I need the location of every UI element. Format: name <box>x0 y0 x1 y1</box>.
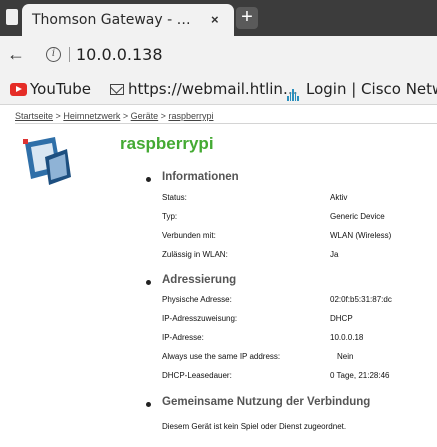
section-title-sharing: Gemeinsame Nutzung der Verbindung <box>162 396 371 408</box>
info-row-status: Status: Aktiv <box>162 193 348 202</box>
breadcrumb-separator: > <box>55 111 61 121</box>
url-field[interactable]: 10.0.0.138 <box>76 45 163 64</box>
bookmark-webmail[interactable]: https://webmail.htlin… <box>128 80 298 98</box>
close-tab-icon[interactable]: × <box>211 12 219 27</box>
breadcrumb-geraete[interactable]: Geräte <box>131 111 159 121</box>
addr-row-ip: IP-Adresse: 10.0.0.18 <box>162 333 364 342</box>
sharing-message: Diesem Gerät ist kein Spiel oder Dienst … <box>162 422 347 431</box>
envelope-icon <box>110 84 124 95</box>
youtube-icon <box>10 83 27 96</box>
breadcrumb-separator: > <box>122 111 129 121</box>
addr-row-lease: DHCP-Leasedauer: 0 Tage, 21:28:46 <box>162 371 390 380</box>
bullet-icon <box>146 177 151 182</box>
divider <box>15 123 437 124</box>
info-icon[interactable]: i <box>46 47 61 62</box>
bookmarks-bar: YouTube https://webmail.htlin… Login | C… <box>0 73 437 105</box>
new-tab-button[interactable]: + <box>236 7 258 29</box>
browser-tab[interactable]: Thomson Gateway - … × <box>22 4 234 36</box>
url-divider <box>69 47 70 62</box>
bullet-icon <box>146 402 151 407</box>
bookmark-cisco[interactable]: Login | Cisco Netw <box>306 80 437 98</box>
bullet-icon <box>146 280 151 285</box>
section-title-informationen: Informationen <box>162 171 239 183</box>
bookmark-youtube[interactable]: YouTube <box>30 80 91 98</box>
window-menu-icon[interactable] <box>6 9 18 25</box>
tab-strip: Thomson Gateway - … × + <box>0 0 437 36</box>
addr-row-assignment: IP-Adresszuweisung: DHCP <box>162 314 353 323</box>
info-row-type: Typ: Generic Device <box>162 212 385 221</box>
breadcrumb-heimnetzwerk[interactable]: Heimnetzwerk <box>63 111 120 121</box>
breadcrumb-raspberrypi[interactable]: raspberrypi <box>168 111 213 121</box>
info-row-connected: Verbunden mit: WLAN (Wireless) <box>162 231 392 240</box>
computer-icon <box>23 137 71 185</box>
back-arrow-icon[interactable]: ← <box>7 45 25 63</box>
info-row-wlan-allowed: Zulässig in WLAN: Ja <box>162 250 339 259</box>
device-name-heading: raspberrypi <box>120 134 214 153</box>
breadcrumb: Startseite > Heimnetzwerk > Geräte > ras… <box>15 111 213 121</box>
addr-row-same-ip: Always use the same IP address: Nein <box>162 352 354 361</box>
section-title-adressierung: Adressierung <box>162 274 237 286</box>
breadcrumb-startseite[interactable]: Startseite <box>15 111 53 121</box>
breadcrumb-separator: > <box>160 111 166 121</box>
address-bar: ← i 10.0.0.138 <box>0 36 437 73</box>
addr-row-mac: Physische Adresse: 02:0f:b5:31:87:dc <box>162 295 392 304</box>
cisco-icon <box>287 83 302 101</box>
tab-title: Thomson Gateway - … <box>32 12 191 28</box>
